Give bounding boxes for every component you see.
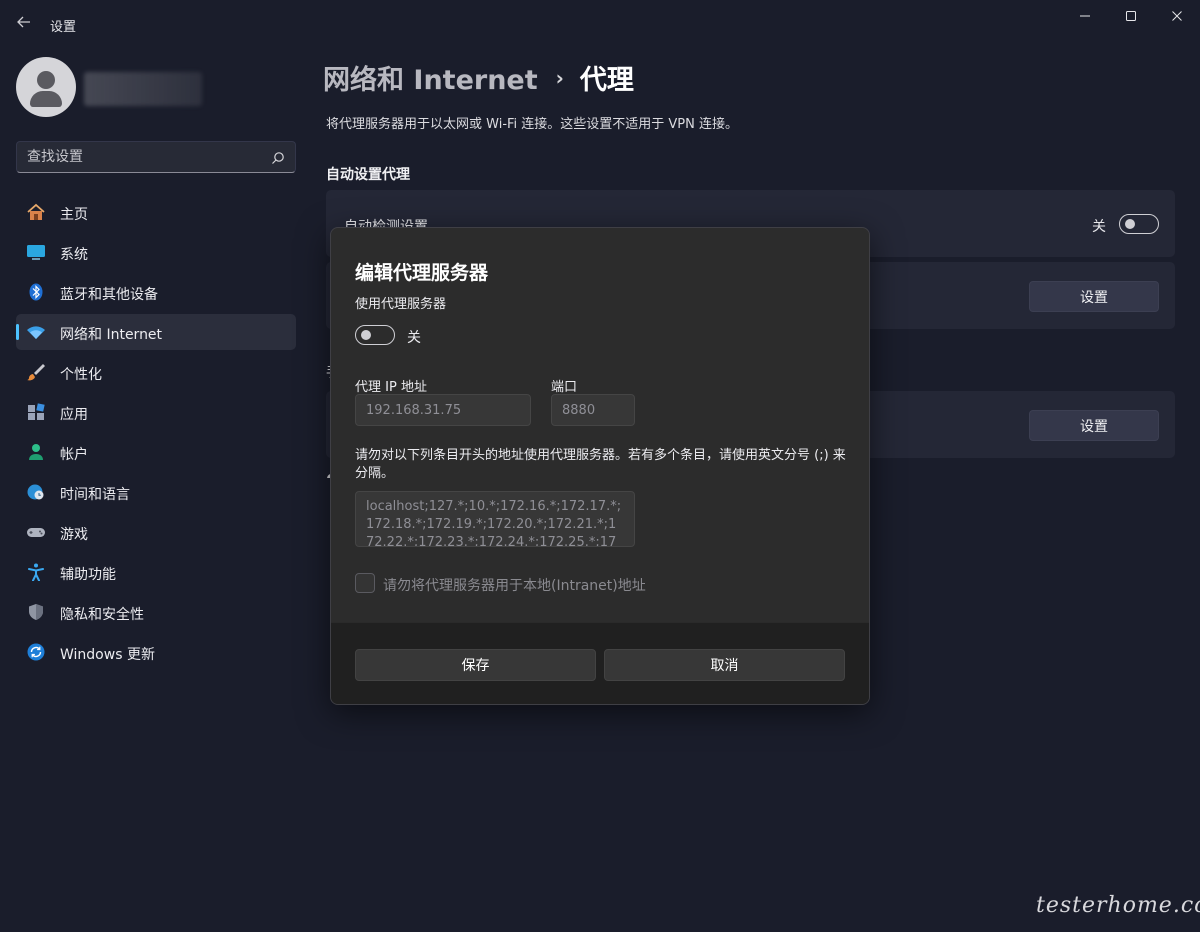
apps-icon [26, 403, 46, 421]
page-description: 将代理服务器用于以太网或 Wi-Fi 连接。这些设置不适用于 VPN 连接。 [326, 117, 739, 132]
dialog-title: 编辑代理服务器 [355, 262, 489, 284]
proxy-ip-input[interactable] [355, 394, 531, 426]
avatar[interactable] [16, 57, 76, 117]
sidebar-item-network[interactable]: 网络和 Internet [16, 314, 296, 350]
local-bypass-checkbox[interactable] [355, 573, 375, 593]
sidebar-item-label: 辅助功能 [60, 567, 116, 583]
sidebar-nav: 主页 系统 蓝牙和其他设备 网络和 Internet 个性化 应用 帐户 时间和… [16, 194, 296, 674]
update-icon [26, 643, 46, 661]
sidebar-item-apps[interactable]: 应用 [16, 394, 296, 430]
toggle-knob [361, 330, 371, 340]
use-proxy-state: 关 [407, 330, 421, 346]
title-bar: 设置 [0, 0, 1200, 48]
maximize-button[interactable] [1108, 0, 1154, 32]
bluetooth-icon [26, 283, 46, 301]
sidebar-item-bluetooth[interactable]: 蓝牙和其他设备 [16, 274, 296, 310]
close-button[interactable] [1154, 0, 1200, 32]
back-arrow-icon[interactable] [16, 14, 34, 32]
globe-clock-icon [26, 483, 46, 501]
exceptions-textarea[interactable]: localhost;127.*;10.*;172.16.*;172.17.*;1… [355, 491, 635, 547]
sidebar-item-privacy[interactable]: 隐私和安全性 [16, 594, 296, 630]
app-title: 设置 [50, 20, 77, 35]
manual-proxy-setup-button[interactable]: 设置 [1029, 410, 1159, 441]
gamepad-icon [26, 523, 46, 541]
brush-icon [26, 363, 46, 381]
sidebar-item-label: 网络和 Internet [60, 327, 163, 343]
search-icon[interactable] [271, 150, 285, 164]
sidebar-item-home[interactable]: 主页 [16, 194, 296, 230]
edit-proxy-dialog: 编辑代理服务器 使用代理服务器 关 代理 IP 地址 端口 请勿对以下列条目开头… [330, 227, 870, 705]
auto-detect-state: 关 [1092, 219, 1106, 235]
minimize-button[interactable] [1062, 0, 1108, 32]
sidebar-item-label: 时间和语言 [60, 487, 130, 503]
breadcrumb-separator: › [555, 65, 564, 90]
sidebar-item-label: 帐户 [60, 447, 88, 463]
avatar-body [30, 91, 62, 107]
port-input[interactable] [551, 394, 635, 426]
setup-script-button[interactable]: 设置 [1029, 281, 1159, 312]
use-proxy-toggle[interactable] [355, 325, 395, 345]
sidebar-item-system[interactable]: 系统 [16, 234, 296, 270]
sidebar-item-accounts[interactable]: 帐户 [16, 434, 296, 470]
auto-detect-toggle[interactable] [1119, 214, 1159, 234]
sidebar-item-label: 主页 [60, 207, 88, 223]
local-bypass-label: 请勿将代理服务器用于本地(Intranet)地址 [383, 578, 646, 594]
sidebar-item-label: 系统 [60, 247, 88, 263]
breadcrumb: 网络和 Internet › 代理 [323, 58, 634, 97]
wifi-icon [26, 323, 46, 341]
port-label: 端口 [551, 380, 578, 395]
dialog-footer: 保存 取消 [331, 622, 869, 704]
sidebar-item-label: 游戏 [60, 527, 88, 543]
breadcrumb-parent[interactable]: 网络和 Internet [323, 58, 538, 97]
shield-icon [26, 603, 46, 621]
auto-proxy-section-title: 自动设置代理 [326, 167, 410, 183]
monitor-icon [26, 243, 46, 261]
cancel-button[interactable]: 取消 [604, 649, 845, 681]
home-icon [26, 203, 46, 221]
sidebar-item-personalization[interactable]: 个性化 [16, 354, 296, 390]
account-icon [26, 443, 46, 461]
toggle-knob [1125, 219, 1135, 229]
search-input[interactable] [17, 142, 267, 172]
exceptions-note: 请勿对以下列条目开头的地址使用代理服务器。若有多个条目，请使用英文分号 (;) … [355, 448, 846, 481]
sidebar-item-label: 蓝牙和其他设备 [60, 287, 158, 303]
sidebar-item-accessibility[interactable]: 辅助功能 [16, 554, 296, 590]
watermark: testerhome.com [1036, 893, 1200, 918]
sidebar-item-gaming[interactable]: 游戏 [16, 514, 296, 550]
proxy-ip-label: 代理 IP 地址 [355, 380, 427, 395]
sidebar-item-time-language[interactable]: 时间和语言 [16, 474, 296, 510]
sidebar-item-windows-update[interactable]: Windows 更新 [16, 634, 296, 670]
search-box[interactable] [16, 141, 296, 173]
sidebar-item-label: 应用 [60, 407, 88, 423]
user-info-blurred [84, 72, 202, 106]
use-proxy-label: 使用代理服务器 [355, 297, 447, 312]
save-button[interactable]: 保存 [355, 649, 596, 681]
page-title: 代理 [579, 65, 634, 96]
sidebar-item-label: 个性化 [60, 367, 102, 383]
sidebar-item-label: Windows 更新 [60, 647, 155, 663]
avatar-head [37, 71, 55, 89]
sidebar-item-label: 隐私和安全性 [60, 607, 144, 623]
accessibility-icon [26, 563, 46, 582]
